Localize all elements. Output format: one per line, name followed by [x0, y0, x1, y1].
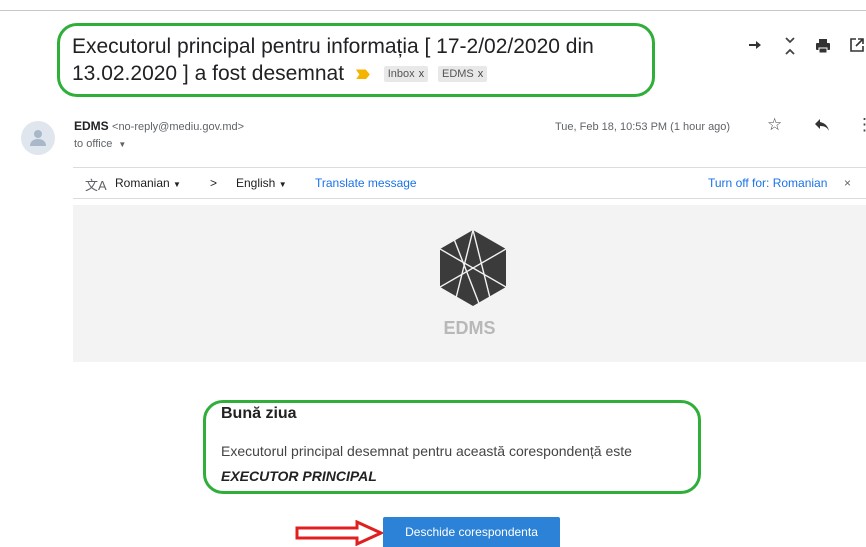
body-text: Executorul principal desemnat pentru ace…	[221, 443, 632, 459]
chevron-down-icon[interactable]: ▼	[118, 140, 126, 149]
turn-off-translation-link[interactable]: Turn off for: Romanian	[708, 176, 827, 190]
source-language-select[interactable]: Romanian ▼	[115, 176, 181, 190]
banner-brand-name: EDMS	[443, 318, 496, 338]
top-divider	[0, 10, 866, 11]
translate-icon: 文A	[85, 178, 107, 193]
greeting-heading: Bună ziua	[221, 405, 297, 422]
sender-email: <no-reply@mediu.gov.md>	[112, 121, 245, 133]
close-translate-icon[interactable]: ×	[844, 176, 851, 190]
dropdown-arrow-icon: ▼	[173, 180, 181, 189]
sender-line: EDMS <no-reply@mediu.gov.md>	[74, 119, 244, 133]
collapse-icon[interactable]	[783, 36, 797, 60]
annotation-arrow-icon	[295, 520, 385, 546]
message-date: Tue, Feb 18, 10:53 PM (1 hour ago)	[555, 121, 731, 133]
importance-marker-icon[interactable]	[355, 69, 370, 80]
translate-message-link[interactable]: Translate message	[315, 176, 417, 190]
email-subject: Executorul principal pentru informația […	[72, 33, 652, 87]
label-inbox[interactable]: Inbox x	[383, 66, 429, 83]
print-icon[interactable]	[815, 38, 831, 58]
open-correspondence-button[interactable]: Deschide corespondenta	[383, 517, 560, 547]
translate-separator: >	[210, 176, 218, 190]
arrow-right-icon[interactable]	[748, 38, 762, 56]
label-inbox-remove[interactable]: x	[419, 68, 425, 80]
subject-title: Executorul principal pentru informația […	[72, 35, 594, 85]
translate-bar: 文A Romanian ▼ > English ▼ Translate mess…	[73, 167, 866, 199]
label-edms-remove[interactable]: x	[478, 68, 484, 80]
reply-icon[interactable]	[814, 117, 830, 137]
email-header-banner: EDMS	[73, 205, 866, 362]
sender-avatar[interactable]	[21, 121, 55, 155]
edms-logo-icon	[440, 230, 506, 306]
sender-name[interactable]: EDMS	[74, 119, 109, 133]
recipients-toggle[interactable]: to office ▼	[74, 138, 126, 150]
star-icon[interactable]: ☆	[767, 115, 782, 135]
dropdown-arrow-icon: ▼	[278, 180, 287, 189]
executor-name: EXECUTOR PRINCIPAL	[221, 468, 377, 484]
label-edms[interactable]: EDMS x	[437, 66, 488, 83]
open-new-window-icon[interactable]	[850, 38, 864, 56]
target-language-select[interactable]: English ▼	[236, 176, 287, 190]
person-icon	[30, 130, 46, 146]
more-options-icon[interactable]: ⋮	[856, 115, 866, 135]
